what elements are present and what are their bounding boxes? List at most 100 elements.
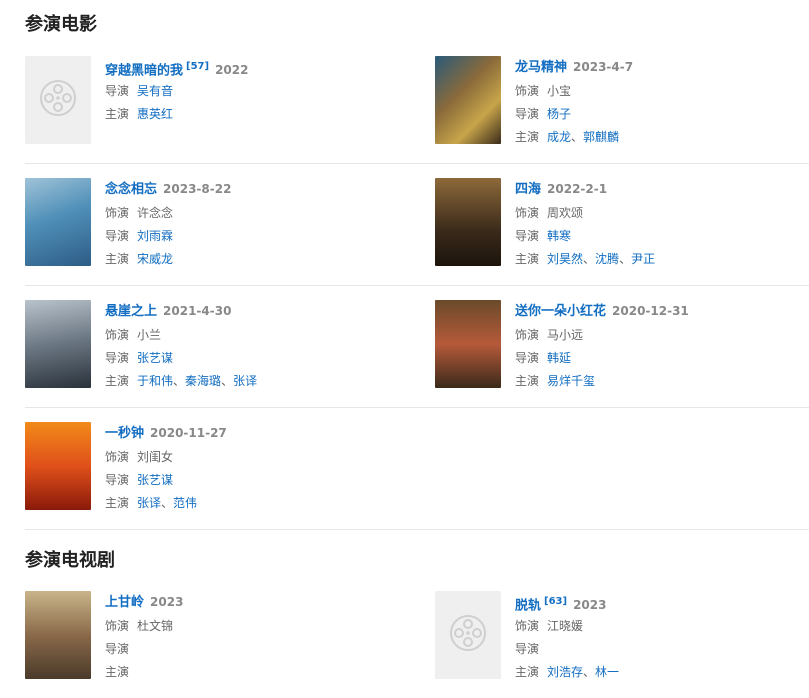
role-line-label: 饰演 (515, 206, 540, 220)
cast-member-link[interactable]: 宋威龙 (137, 252, 173, 266)
role-line: 饰演 周欢颂 (515, 206, 809, 221)
release-date: 2022-2-1 (547, 182, 608, 196)
poster[interactable] (435, 178, 501, 266)
reference-link[interactable]: [57] (186, 61, 209, 72)
poster[interactable] (25, 56, 91, 144)
cast-line: 主演 宋威龙 (105, 252, 405, 267)
title-link[interactable]: 一秒钟 (105, 426, 144, 441)
director-line-value[interactable]: 刘雨霖 (137, 229, 173, 243)
card-info: 龙马精神 2023-4-7 饰演 小宝 导演 杨子 主演 成龙、郭麒麟 (515, 58, 809, 145)
role-line-label: 饰演 (515, 84, 540, 98)
role-line: 饰演 杜文锦 (105, 619, 405, 634)
movies-row-1: 穿越黑暗的我 [57] 2022 导演 吴有音 主演 惠英红 龙马精神 2023-4-7 饰演小… (25, 42, 809, 164)
poster[interactable] (25, 591, 91, 679)
release-date: 2021-4-30 (163, 304, 232, 318)
title-link[interactable]: 念念相忘 (105, 182, 157, 197)
reference-link[interactable]: [63] (544, 596, 567, 607)
director-line: 导演 韩寒 (515, 229, 809, 244)
cast-line-label: 主演 (515, 130, 540, 144)
role-line-label: 饰演 (105, 619, 130, 633)
director-line-value[interactable]: 吴有音 (137, 84, 173, 98)
cast-line-label: 主演 (105, 496, 130, 510)
movie-card: 悬崖之上 2021-4-30 饰演 小兰 导演 张艺谋 主演 于和伟、秦海璐、张译 (25, 300, 405, 392)
cast-member-link[interactable]: 郭麒麟 (583, 130, 619, 144)
cast-line: 主演 刘昊然、沈腾、尹正 (515, 252, 809, 267)
director-line-value[interactable]: 张艺谋 (137, 351, 173, 365)
movie-card: 一秒钟 2020-11-27 饰演 刘闺女 导演 张艺谋 主演 张译、范伟 (25, 422, 405, 514)
cast-member-link[interactable]: 张译 (233, 374, 257, 388)
tv-grid: 上甘岭 2023 饰演 杜文锦 导演 主演 脱轨 [63] 2023 饰演 江晓媛 导演 主演 刘浩存、… (25, 577, 809, 698)
card-info: 一秒钟 2020-11-27 饰演 刘闺女 导演 张艺谋 主演 张译、范伟 (105, 424, 405, 511)
cast-member-link[interactable]: 张译 (137, 496, 161, 510)
card-info: 送你一朵小红花 2020-12-31 饰演 马小远 导演 韩延 主演 易烊千玺 (515, 302, 809, 389)
cast-member-link[interactable]: 沈腾 (595, 252, 619, 266)
cast-member-link[interactable]: 易烊千玺 (547, 374, 595, 388)
tv-card: 上甘岭 2023 饰演 杜文锦 导演 主演 (25, 591, 405, 683)
poster[interactable] (25, 178, 91, 266)
director-line-label: 导演 (515, 642, 540, 656)
title-line: 悬崖之上 2021-4-30 (105, 302, 405, 320)
poster[interactable] (435, 56, 501, 144)
role-line-value: 许念念 (137, 206, 174, 220)
release-date: 2023-8-22 (163, 182, 232, 196)
card-info: 脱轨 [63] 2023 饰演 江晓媛 导演 主演 刘浩存、林一 (515, 593, 809, 680)
director-line-label: 导演 (105, 229, 130, 243)
title-link[interactable]: 四海 (515, 182, 541, 197)
role-line: 饰演 江晓媛 (515, 619, 809, 634)
cast-line-label: 主演 (105, 252, 130, 266)
card-info: 上甘岭 2023 饰演 杜文锦 导演 主演 (105, 593, 405, 680)
cast-member-link[interactable]: 尹正 (631, 252, 655, 266)
director-line: 导演 (105, 642, 405, 657)
role-line-label: 饰演 (515, 619, 540, 633)
cast-member-link[interactable]: 范伟 (173, 496, 197, 510)
poster[interactable] (435, 591, 501, 679)
card-info: 穿越黑暗的我 [57] 2022 导演 吴有音 主演 惠英红 (105, 58, 405, 122)
cast-separator: 、 (571, 130, 584, 144)
movies-section: 参演电影 穿越黑暗的我 [57] 2022 导演 吴有音 主演 惠英红 龙马精神 2023-4… (0, 0, 809, 540)
card-info: 念念相忘 2023-8-22 饰演 许念念 导演 刘雨霖 主演 宋威龙 (105, 180, 405, 267)
cast-separator: 、 (583, 665, 596, 679)
cast-member-link[interactable]: 林一 (595, 665, 619, 679)
cast-separator: 、 (583, 252, 596, 266)
title-link[interactable]: 龙马精神 (515, 60, 567, 75)
release-date: 2020-11-27 (150, 426, 227, 440)
director-line-value[interactable]: 张艺谋 (137, 473, 173, 487)
cast-member-link[interactable]: 刘浩存 (547, 665, 583, 679)
title-link[interactable]: 穿越黑暗的我 (105, 63, 183, 78)
title-link[interactable]: 脱轨 (515, 598, 541, 613)
director-line-value[interactable]: 韩延 (547, 351, 571, 365)
film-reel-icon (449, 614, 487, 656)
director-line-label: 导演 (105, 473, 130, 487)
cast-member-link[interactable]: 刘昊然 (547, 252, 583, 266)
director-line: 导演 张艺谋 (105, 473, 405, 488)
poster[interactable] (435, 300, 501, 388)
role-line: 饰演 马小远 (515, 328, 809, 343)
title-link[interactable]: 悬崖之上 (105, 304, 157, 319)
director-line: 导演 韩延 (515, 351, 809, 366)
cast-separator: 、 (221, 374, 234, 388)
title-link[interactable]: 上甘岭 (105, 595, 144, 610)
cast-member-link[interactable]: 秦海璐 (185, 374, 221, 388)
poster[interactable] (25, 300, 91, 388)
director-line-label: 导演 (105, 642, 130, 656)
director-line: 导演 (515, 642, 809, 657)
director-line: 导演 吴有音 (105, 84, 405, 99)
movies-row-4: 一秒钟 2020-11-27 饰演 刘闺女 导演 张艺谋 主演 张译、范伟 (25, 408, 809, 530)
cast-member-link[interactable]: 成龙 (547, 130, 571, 144)
release-date: 2023 (150, 595, 184, 609)
cast-member-link[interactable]: 于和伟 (137, 374, 173, 388)
release-date: 2023-4-7 (573, 60, 634, 74)
section-title-tv: 参演电视剧 (25, 550, 115, 571)
cast-line: 主演 成龙、郭麒麟 (515, 130, 809, 145)
director-line-value[interactable]: 杨子 (547, 107, 571, 121)
director-line-label: 导演 (105, 351, 130, 365)
movie-card: 念念相忘 2023-8-22 饰演 许念念 导演 刘雨霖 主演 宋威龙 (25, 178, 405, 270)
movie-card: 穿越黑暗的我 [57] 2022 导演 吴有音 主演 惠英红 (25, 56, 405, 148)
title-link[interactable]: 送你一朵小红花 (515, 304, 606, 319)
section-title-movies: 参演电影 (25, 14, 97, 35)
director-line-value[interactable]: 韩寒 (547, 229, 571, 243)
release-date: 2023 (573, 598, 607, 613)
poster[interactable] (25, 422, 91, 510)
cast-member-link[interactable]: 惠英红 (137, 107, 173, 121)
role-line-value: 小兰 (137, 328, 162, 342)
